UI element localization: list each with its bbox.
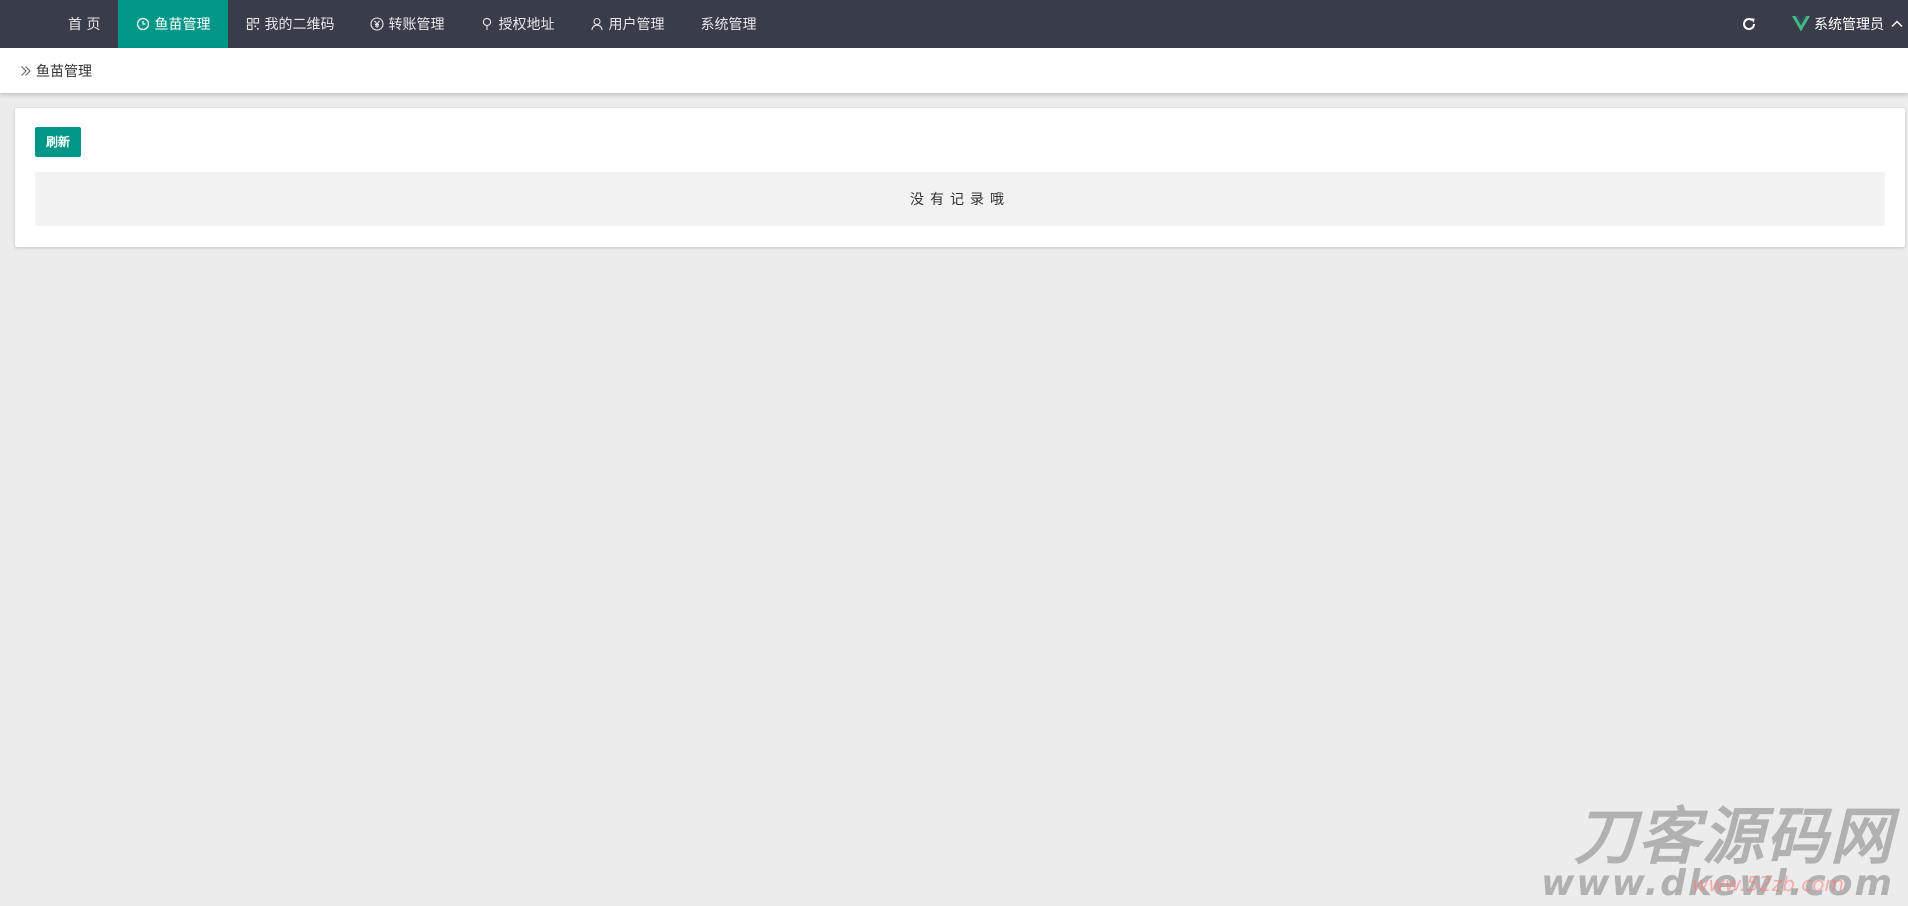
vue-logo-icon	[1792, 16, 1810, 32]
yen-icon	[370, 17, 385, 31]
watermark-url: www.dkewl.com	[1541, 863, 1894, 904]
user-icon	[591, 17, 604, 31]
nav-item-label: 授权地址	[498, 17, 555, 33]
topbar-right: 系统管理员	[1740, 0, 1908, 48]
nav-item-label: 系统管理	[700, 17, 757, 33]
nav-item-system-management[interactable]: 系统管理	[682, 0, 774, 48]
nav-item-my-qrcode[interactable]: 我的二维码	[228, 0, 352, 48]
content-card: 刷新 没有记录哦	[15, 108, 1905, 247]
clock-icon	[137, 17, 150, 31]
nav-item-label: 转账管理	[388, 17, 445, 33]
watermark-title: 刀客源码网	[1573, 800, 1894, 873]
chevron-up-icon	[1891, 20, 1903, 27]
refresh-button[interactable]: 刷新	[35, 127, 82, 157]
user-name: 系统管理员	[1814, 17, 1884, 33]
nav-item-fry-management[interactable]: 鱼苗管理	[118, 0, 229, 48]
empty-text: 没有记录哦	[910, 192, 1010, 208]
nav-item-label: 首 页	[68, 17, 101, 33]
watermark: 刀客源码网 www.dkewl.com www.52zb.com	[1514, 804, 1894, 904]
location-icon	[483, 17, 492, 30]
nav-item-transfer-management[interactable]: 转账管理	[352, 0, 462, 48]
qrcode-icon	[247, 17, 260, 31]
breadcrumb-current: 鱼苗管理	[36, 63, 92, 80]
breadcrumb: 鱼苗管理	[20, 61, 92, 81]
nav-item-authorized-address[interactable]: 授权地址	[462, 0, 572, 48]
breadcrumb-bar: 鱼苗管理	[0, 48, 1908, 93]
nav-item-home[interactable]: 首 页	[50, 0, 118, 48]
top-navbar: 首 页 鱼苗管理 我的二维码 转账管理 授权地址 用户管理 系统管理 系统管理员	[0, 0, 1908, 48]
main-nav: 首 页 鱼苗管理 我的二维码 转账管理 授权地址 用户管理 系统管理	[50, 0, 774, 48]
double-chevron-right-icon	[21, 65, 31, 76]
nav-item-label: 用户管理	[608, 17, 665, 33]
nav-item-label: 鱼苗管理	[154, 17, 211, 33]
watermark-url-overlay: www.52zb.com	[1692, 872, 1844, 896]
empty-table-placeholder: 没有记录哦	[35, 172, 1885, 226]
nav-item-label: 我的二维码	[264, 17, 335, 33]
nav-item-user-management[interactable]: 用户管理	[572, 0, 682, 48]
refresh-icon[interactable]	[1740, 15, 1758, 33]
user-menu[interactable]: 系统管理员	[1792, 14, 1908, 34]
